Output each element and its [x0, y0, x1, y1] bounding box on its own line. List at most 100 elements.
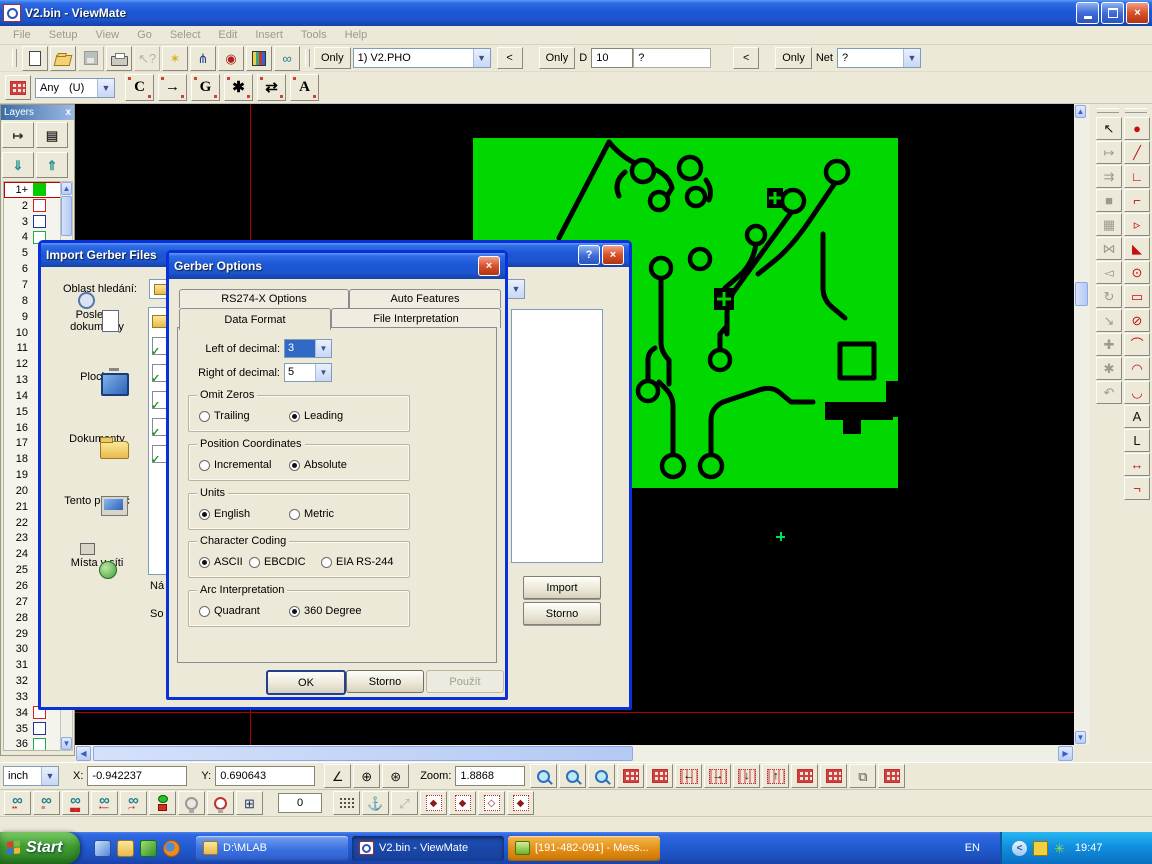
grid-dots-button[interactable]	[333, 791, 360, 815]
select-area-button[interactable]	[878, 764, 905, 788]
layer-combo[interactable]: 1) V2.PHO ▼	[353, 48, 491, 68]
next-view-button[interactable]	[820, 764, 847, 788]
radio-option-metric[interactable]: Metric	[289, 508, 334, 520]
pan-down-button[interactable]: ↓	[733, 764, 760, 788]
view-pads-button[interactable]: ∞▄▄	[62, 791, 89, 815]
curve-down-tool[interactable]: ◡	[1124, 381, 1150, 404]
stretch-button[interactable]: ⤢	[391, 791, 418, 815]
radio-option-ascii[interactable]: ASCII	[199, 556, 243, 568]
angle-measure-button[interactable]: ∠	[324, 764, 351, 788]
dcode-flash-button[interactable]: ✱	[224, 74, 253, 101]
selected-files-list[interactable]	[511, 309, 603, 563]
canvas-horizontal-scrollbar[interactable]: ◀ ▶	[75, 745, 1074, 762]
spray-tool[interactable]: ▹	[1124, 213, 1150, 236]
only-net-button[interactable]: Only	[775, 47, 812, 69]
line-tool[interactable]: ╱	[1124, 141, 1150, 164]
scroll-up-arrow[interactable]: ▲	[61, 182, 72, 195]
layer-colors-button[interactable]	[246, 46, 272, 71]
dcode-circle-button[interactable]: C	[125, 74, 154, 101]
view-extents-button[interactable]	[617, 764, 644, 788]
place-my-computer[interactable]: Tento počítač	[51, 495, 143, 557]
scroll-left-arrow[interactable]: ◀	[76, 746, 91, 761]
redraw-button[interactable]	[646, 764, 673, 788]
canvas-vertical-scrollbar[interactable]: ▲ ▼	[1074, 104, 1090, 745]
menu-item-tools[interactable]: Tools	[292, 27, 336, 43]
dcode-g-button[interactable]: G	[191, 74, 220, 101]
radio-option-leading[interactable]: Leading	[289, 410, 343, 422]
pad-solid-button[interactable]: ◆	[449, 791, 476, 815]
corner-down-tool[interactable]: ¬	[1124, 477, 1150, 500]
move-layer-down-button[interactable]: ⇓	[2, 152, 34, 178]
scroll-right-arrow[interactable]: ▶	[1058, 746, 1073, 761]
quicklaunch-book-icon[interactable]	[140, 840, 157, 857]
view-lines-button[interactable]: ∞≡	[33, 791, 60, 815]
menu-item-go[interactable]: Go	[128, 27, 161, 43]
radio-option-english[interactable]: English	[199, 508, 250, 520]
scroll-up-arrow[interactable]: ▲	[1075, 105, 1086, 118]
tray-messenger-icon[interactable]: ✳	[1054, 842, 1065, 855]
tray-notes-icon[interactable]	[1033, 841, 1048, 856]
radio-button[interactable]	[321, 557, 332, 568]
chevron-down-icon[interactable]: ▼	[903, 49, 920, 67]
radio-button[interactable]	[289, 460, 300, 471]
dialog-title-bar[interactable]: Gerber Options ×	[169, 253, 505, 279]
chevron-down-icon[interactable]: ▼	[315, 364, 331, 381]
restore-button[interactable]	[1101, 2, 1124, 24]
select-tool[interactable]: ↖	[1096, 117, 1122, 140]
measure-button[interactable]: ∞	[274, 46, 300, 71]
layer-row[interactable]: 2	[4, 198, 62, 214]
close-button[interactable]: ×	[1126, 2, 1149, 24]
radio-option-trailing[interactable]: Trailing	[199, 410, 250, 422]
radio-option-absolute[interactable]: Absolute	[289, 459, 347, 471]
start-button[interactable]: Start	[0, 832, 80, 864]
radio-button[interactable]	[289, 509, 300, 520]
radio-button[interactable]	[199, 557, 210, 568]
radio-button[interactable]	[199, 509, 210, 520]
zoom-tool-button[interactable]	[530, 764, 557, 788]
language-indicator[interactable]: EN	[965, 842, 980, 854]
radio-button[interactable]	[249, 557, 260, 568]
x-coordinate-field[interactable]: -0.942237	[87, 766, 187, 786]
curve-up-tool[interactable]: ◠	[1124, 357, 1150, 380]
prev-view-button[interactable]	[791, 764, 818, 788]
place-network-places[interactable]: Místa v síti	[51, 557, 143, 619]
pad-corner-button[interactable]: ◆	[507, 791, 534, 815]
horizontal-scroll-thumb[interactable]	[93, 746, 633, 761]
cancel-button[interactable]: Storno	[346, 670, 424, 693]
minimize-button[interactable]	[1076, 2, 1099, 24]
text-tool[interactable]: A	[1124, 405, 1150, 428]
highlight-toggle-button[interactable]	[149, 791, 176, 815]
menu-item-setup[interactable]: Setup	[40, 27, 87, 43]
label-tool[interactable]: L	[1124, 429, 1150, 452]
layer-color-swatch[interactable]	[33, 738, 46, 751]
dcode-span-button[interactable]: ⇄	[257, 74, 286, 101]
menu-item-view[interactable]: View	[86, 27, 128, 43]
aperture-grid-button[interactable]	[5, 75, 31, 100]
quicklaunch-folder-icon[interactable]	[117, 840, 134, 857]
pan-up-button[interactable]: ↑	[762, 764, 789, 788]
previous-layer-button[interactable]: <	[497, 47, 523, 69]
tab-data-format[interactable]: Data Format	[179, 308, 331, 330]
layer-row[interactable]: 1+	[4, 182, 62, 198]
view-sketch-button[interactable]: ∞⌐•	[120, 791, 147, 815]
pad-tool[interactable]: ●	[1124, 117, 1150, 140]
circle-tool[interactable]: ⊙	[1124, 261, 1150, 284]
menu-item-edit[interactable]: Edit	[209, 27, 246, 43]
anchor-button[interactable]: ⚓	[362, 791, 389, 815]
dock-layer-button[interactable]: ↦	[2, 122, 34, 148]
dimension-tool[interactable]: ↔	[1124, 453, 1150, 476]
layer-scroll-thumb[interactable]	[61, 196, 72, 236]
close-button[interactable]: ×	[478, 256, 500, 276]
close-button[interactable]: ×	[602, 245, 624, 265]
net-combo[interactable]: ? ▼	[837, 48, 921, 68]
vertical-scroll-thumb[interactable]	[1075, 282, 1088, 306]
new-file-button[interactable]	[22, 46, 48, 71]
import-button[interactable]: Import	[523, 576, 601, 599]
pan-left-button[interactable]: ←	[675, 764, 702, 788]
radio-button[interactable]	[199, 411, 210, 422]
lamp-outline-button[interactable]	[207, 791, 234, 815]
place-recent-documents[interactable]: Poslední dokumenty	[51, 309, 143, 371]
pad-ghost-button[interactable]: ◇	[478, 791, 505, 815]
radio-option-360-degree[interactable]: 360 Degree	[289, 605, 362, 617]
layer-table-button[interactable]: ▤	[36, 122, 68, 148]
